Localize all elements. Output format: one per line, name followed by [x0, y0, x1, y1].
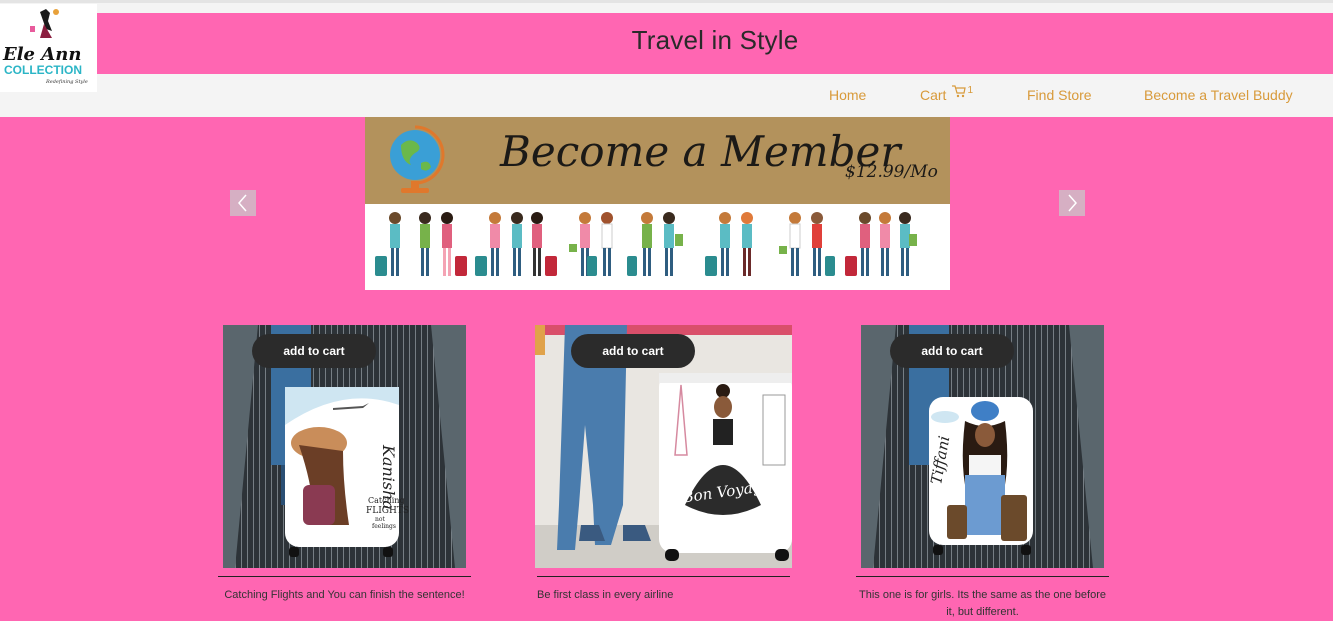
product-card-1: Kanisha Catching FLIGHTS not feelings ad… [218, 325, 471, 621]
svg-text:Catching: Catching [368, 496, 405, 505]
product-divider-3 [856, 576, 1109, 577]
slider-next-button[interactable] [1059, 190, 1085, 216]
logo-collection: COLLECTION [4, 63, 82, 77]
product-card-3: Tiffani add to cart This one is for girl… [856, 325, 1109, 621]
main-nav: Home Cart 1 Find Store Become a Travel B… [0, 74, 1333, 117]
nav-home[interactable]: Home [829, 87, 866, 103]
product-caption-2: Be first class in every airline [537, 589, 674, 601]
banner-price: $12.99/Mo [845, 162, 938, 182]
cart-icon [952, 85, 967, 101]
banner-title: Become a Member [500, 127, 901, 176]
banner-top: Become a Member $12.99/Mo [365, 117, 950, 204]
product-card-2: Bon Voyage add to cart Be first class in… [535, 325, 792, 621]
cart-count: 1 [967, 85, 974, 96]
logo-name: Ele Ann [2, 44, 81, 65]
chevron-left-icon [238, 194, 247, 212]
member-banner[interactable]: Become a Member $12.99/Mo [365, 117, 950, 290]
top-strip [0, 0, 1333, 13]
product-caption-3: This one is for girls. Its the same as t… [858, 589, 1106, 618]
logo-tagline: Redefining Style [45, 79, 88, 85]
product-divider-2 [537, 576, 790, 577]
nav-find-store[interactable]: Find Store [1027, 87, 1092, 103]
nav-cart-label: Cart [920, 87, 947, 103]
svg-text:feelings: feelings [372, 523, 396, 530]
nav-cart[interactable]: Cart 1 [920, 85, 974, 103]
product-divider-1 [218, 576, 471, 577]
travelers-illustration [365, 204, 950, 290]
add-to-cart-button-1[interactable]: add to cart [252, 334, 376, 368]
svg-text:FLIGHTS: FLIGHTS [366, 506, 409, 516]
add-to-cart-button-2[interactable]: add to cart [571, 334, 695, 368]
chevron-right-icon [1068, 194, 1077, 212]
add-to-cart-button-3[interactable]: add to cart [890, 334, 1014, 368]
nav-become-travel-buddy[interactable]: Become a Travel Buddy [1144, 87, 1293, 103]
globe-icon [390, 125, 445, 193]
brand-logo[interactable]: Ele Ann COLLECTION Redefining Style [0, 4, 97, 92]
svg-text:not: not [375, 516, 385, 523]
product-caption-1: Catching Flights and You can finish the … [224, 589, 465, 601]
site-title: Travel in Style [631, 25, 799, 55]
header-band: Travel in Style [97, 13, 1333, 74]
slider-prev-button[interactable] [230, 190, 256, 216]
